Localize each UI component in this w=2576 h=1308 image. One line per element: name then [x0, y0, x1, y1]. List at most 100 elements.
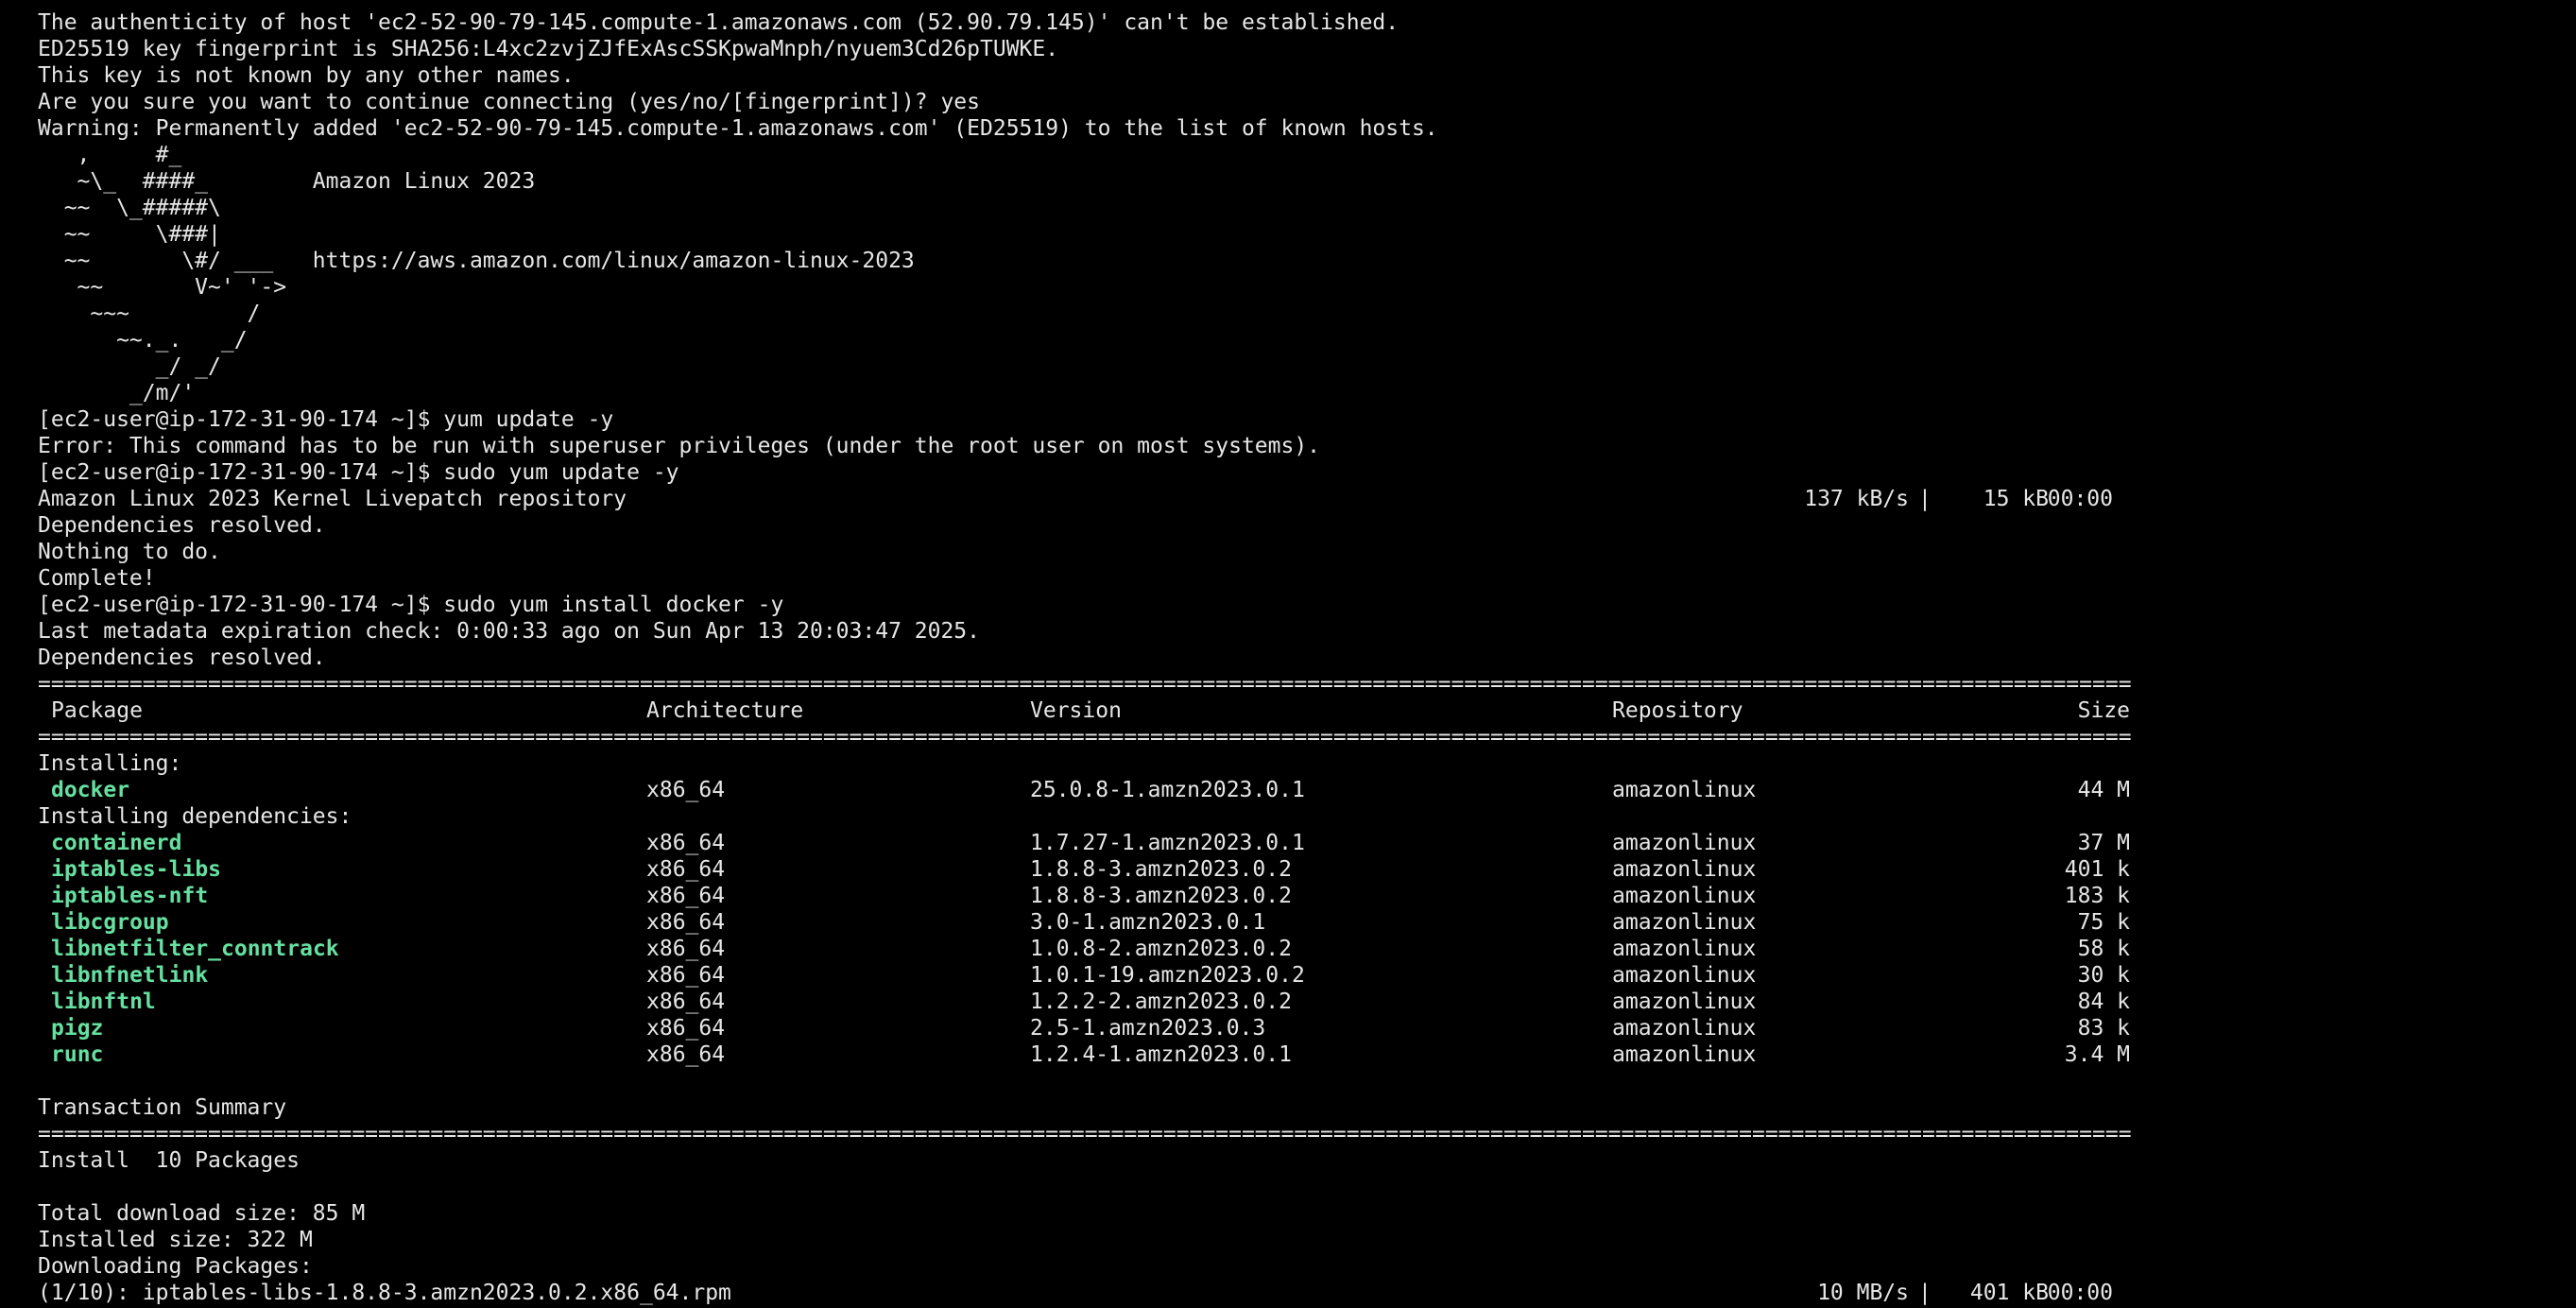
ssh-continue-prompt: Are you sure you want to continue connec…: [38, 90, 980, 114]
table-header-row: Package Architecture Version Repository …: [38, 697, 2576, 724]
package-name: pigz: [51, 1016, 104, 1041]
package-arch: x86_64: [646, 1042, 726, 1067]
repo-name: Amazon Linux 2023 Kernel Livepatch repos…: [38, 487, 627, 511]
repo-speed: 137 kB/s: [1804, 487, 1909, 511]
package-version: 1.2.4-1.amzn2023.0.1: [1030, 1042, 1292, 1067]
table-row: iptables-libs x86_64 1.8.8-3.amzn2023.0.…: [38, 856, 2576, 883]
package-size: 84 k: [2077, 990, 2130, 1014]
metadata-line: Last metadata expiration check: 0:00:33 …: [38, 619, 980, 644]
package-name: libcgroup: [51, 910, 169, 935]
table-row: libnfnetlink x86_64 1.0.1-19.amzn2023.0.…: [38, 962, 2576, 989]
download-time: 00:00: [2047, 1281, 2113, 1305]
banner-line: ~\_ ####_ Amazon Linux 2023: [38, 169, 536, 194]
ssh-not-known-line: This key is not known by any other names…: [38, 63, 575, 88]
package-arch: x86_64: [646, 778, 726, 802]
package-size: 401 k: [2064, 857, 2130, 882]
package-version: 3.0-1.amzn2023.0.1: [1030, 910, 1266, 935]
package-name: iptables-libs: [51, 857, 222, 882]
table-row: pigz x86_64 2.5-1.amzn2023.0.3 amazonlin…: [38, 1015, 2576, 1041]
banner-line: ~~ \###|: [38, 222, 221, 247]
ssh-warning-line: Warning: Permanently added 'ec2-52-90-79…: [38, 116, 1438, 141]
banner-line: , #_: [38, 143, 182, 167]
header-package: Package: [51, 698, 143, 723]
table-row: libnftnl x86_64 1.2.2-2.amzn2023.0.2 ama…: [38, 989, 2576, 1015]
package-name: libnetfilter_conntrack: [51, 937, 339, 961]
package-version: 2.5-1.amzn2023.0.3: [1030, 1016, 1266, 1041]
package-repo: amazonlinux: [1612, 937, 1757, 961]
package-repo: amazonlinux: [1612, 1016, 1757, 1041]
package-repo: amazonlinux: [1612, 910, 1757, 935]
transaction-summary-title: Transaction Summary: [38, 1095, 287, 1120]
package-size: 3.4 M: [2064, 1042, 2130, 1067]
table-row: libnetfilter_conntrack x86_64 1.0.8-2.am…: [38, 936, 2576, 962]
table-row: docker x86_64 25.0.8-1.amzn2023.0.1 amaz…: [38, 777, 2576, 803]
package-size: 83 k: [2077, 1016, 2130, 1041]
banner-line: ~~ \_#####\: [38, 196, 221, 220]
nothing-to-do-line: Nothing to do.: [38, 540, 221, 564]
package-size: 183 k: [2064, 884, 2130, 908]
repo-time: 00:00: [2047, 487, 2113, 511]
header-repository: Repository: [1612, 698, 1743, 723]
command-prompt: [ec2-user@ip-172-31-90-174 ~]$ sudo yum …: [38, 593, 784, 617]
package-name: docker: [51, 778, 130, 802]
ssh-fingerprint-line: ED25519 key fingerprint is SHA256:L4xc2z…: [38, 37, 1059, 61]
header-architecture: Architecture: [646, 698, 804, 723]
package-size: 75 k: [2077, 910, 2130, 935]
banner-line: _/m/': [38, 381, 196, 405]
header-size: Size: [2077, 698, 2130, 723]
package-repo: amazonlinux: [1612, 884, 1757, 908]
installing-label: Installing:: [38, 751, 182, 776]
download-progress-line: (1/10): iptables-libs-1.8.8-3.amzn2023.0…: [38, 1280, 2576, 1306]
package-name: libnftnl: [51, 990, 156, 1014]
banner-line: ~~~ /: [38, 301, 261, 326]
downloading-label: Downloading Packages:: [38, 1254, 313, 1279]
package-version: 1.8.8-3.amzn2023.0.2: [1030, 884, 1292, 908]
installed-size-line: Installed size: 322 M: [38, 1228, 313, 1252]
repo-progress-line: Amazon Linux 2023 Kernel Livepatch repos…: [38, 486, 2576, 512]
package-arch: x86_64: [646, 990, 726, 1014]
table-row: containerd x86_64 1.7.27-1.amzn2023.0.1 …: [38, 830, 2576, 856]
deps-resolved-line: Dependencies resolved.: [38, 513, 326, 538]
deps-label: Installing dependencies:: [38, 804, 352, 829]
package-version: 1.2.2-2.amzn2023.0.2: [1030, 990, 1292, 1014]
command-prompt: [ec2-user@ip-172-31-90-174 ~]$ sudo yum …: [38, 460, 679, 485]
ssh-authenticity-line: The authenticity of host 'ec2-52-90-79-1…: [38, 10, 1400, 35]
install-count-line: Install 10 Packages: [38, 1148, 300, 1173]
package-arch: x86_64: [646, 857, 726, 882]
package-name: runc: [51, 1042, 104, 1067]
banner-line: _/ _/: [38, 354, 221, 379]
banner-line: ~~ \#/ ___ https://aws.amazon.com/linux/…: [38, 249, 915, 273]
download-separator: |: [1918, 1281, 1932, 1305]
error-line: Error: This command has to be run with s…: [38, 434, 1321, 458]
package-size: 44 M: [2077, 778, 2130, 802]
package-size: 30 k: [2077, 963, 2130, 988]
package-repo: amazonlinux: [1612, 990, 1757, 1014]
banner-line: ~~ V~' '->: [38, 275, 287, 300]
package-repo: amazonlinux: [1612, 857, 1757, 882]
package-repo: amazonlinux: [1612, 963, 1757, 988]
package-arch: x86_64: [646, 1016, 726, 1041]
package-arch: x86_64: [646, 937, 726, 961]
package-name: containerd: [51, 831, 182, 855]
package-version: 1.8.8-3.amzn2023.0.2: [1030, 857, 1292, 882]
package-version: 1.0.8-2.amzn2023.0.2: [1030, 937, 1292, 961]
package-arch: x86_64: [646, 831, 726, 855]
package-arch: x86_64: [646, 910, 726, 935]
terminal-window[interactable]: The authenticity of host 'ec2-52-90-79-1…: [0, 0, 2576, 1308]
package-name: iptables-nft: [51, 884, 209, 908]
download-size-line: Total download size: 85 M: [38, 1201, 366, 1226]
package-size: 37 M: [2077, 831, 2130, 855]
table-rule: ========================================…: [38, 672, 2132, 697]
table-row: runc x86_64 1.2.4-1.amzn2023.0.1 amazonl…: [38, 1041, 2576, 1068]
package-name: libnfnetlink: [51, 963, 209, 988]
table-row: libcgroup x86_64 3.0-1.amzn2023.0.1 amaz…: [38, 909, 2576, 936]
package-arch: x86_64: [646, 884, 726, 908]
download-name: (1/10): iptables-libs-1.8.8-3.amzn2023.0…: [38, 1281, 731, 1305]
table-rule: ========================================…: [38, 1122, 2132, 1146]
package-version: 25.0.8-1.amzn2023.0.1: [1030, 778, 1305, 802]
command-prompt: [ec2-user@ip-172-31-90-174 ~]$ yum updat…: [38, 407, 614, 432]
table-row: iptables-nft x86_64 1.8.8-3.amzn2023.0.2…: [38, 883, 2576, 909]
download-speed: 10 MB/s: [1817, 1281, 1909, 1305]
header-version: Version: [1030, 698, 1122, 723]
